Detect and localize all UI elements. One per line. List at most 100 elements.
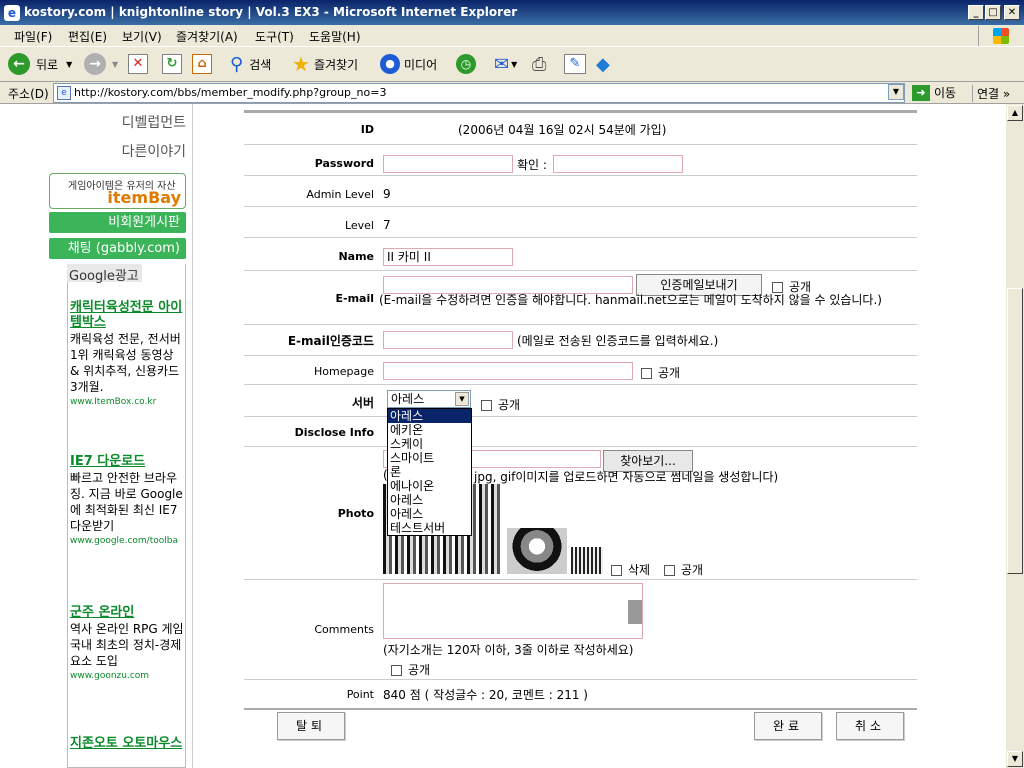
chevron-down-icon[interactable]: ▼ [66, 60, 72, 69]
server-option[interactable]: 에키온 [388, 423, 471, 437]
go-arrow-icon: ➜ [912, 84, 930, 101]
menu-favorites[interactable]: 즐겨찾기(A) [176, 28, 238, 45]
server-option[interactable]: 아레스 [388, 493, 471, 507]
email-code-label: E-mail인증코드 [287, 334, 374, 348]
password-label: Password [314, 157, 374, 170]
edit-button[interactable]: ✎ [564, 51, 586, 77]
comments-public-checkbox[interactable]: 공개 [391, 661, 430, 678]
ad-item[interactable]: 캐릭터육성전문 아이템박스 캐릭육성 전문, 전서버 1위 캐릭육성 동영상 &… [70, 300, 184, 407]
menu-tools[interactable]: 도구(T) [255, 28, 294, 45]
server-option[interactable]: 스마이트 [388, 451, 471, 465]
vertical-scrollbar[interactable]: ▲ ▼ [1006, 104, 1024, 768]
google-ads-header: Google광고 [67, 264, 142, 284]
search-button[interactable]: ⚲ 검색 [230, 51, 271, 77]
history-button[interactable]: ◷ [456, 51, 476, 77]
server-select[interactable]: 아레스 ▼ [387, 390, 471, 408]
mail-icon: ✉ [494, 53, 510, 75]
server-option[interactable]: 테스트서버 [388, 521, 471, 535]
ie-icon: e [4, 5, 20, 21]
menu-view[interactable]: 보기(V) [122, 28, 162, 45]
server-public-checkbox[interactable]: 공개 [481, 396, 520, 413]
edit-icon: ✎ [564, 54, 586, 74]
window-titlebar: e kostory.com | knightonline story | Vol… [0, 0, 1024, 25]
email-input[interactable] [383, 276, 633, 294]
scroll-down-button[interactable]: ▼ [1007, 751, 1023, 767]
scroll-up-button[interactable]: ▲ [1007, 105, 1023, 121]
stop-icon: ✕ [128, 54, 148, 74]
server-option[interactable]: 아레스 [388, 507, 471, 521]
mail-button[interactable]: ✉ ▼ [494, 51, 517, 77]
email-code-input[interactable] [383, 331, 513, 349]
id-label: ID [360, 123, 374, 136]
links-button[interactable]: 연결 » [972, 85, 1010, 102]
star-icon: ★ [292, 52, 310, 76]
server-option[interactable]: 론 [388, 465, 471, 479]
history-icon: ◷ [456, 54, 476, 74]
messenger-icon: ◆ [596, 53, 610, 75]
address-label: 주소(D) [8, 87, 49, 101]
refresh-button[interactable]: ↻ [162, 51, 182, 77]
sidebar-link-development[interactable]: 디벨럽먼트 [50, 112, 186, 132]
server-dropdown-list: 아레스 에키온 스케이 스마이트 론 에나이온 아레스 아레스 테스트서버 [387, 408, 472, 536]
itembay-banner[interactable]: 게임아이템은 유저의 자산 itemBay [49, 173, 186, 209]
complete-button[interactable]: 완료 [754, 712, 822, 740]
chevron-down-icon[interactable]: ▼ [455, 392, 469, 406]
homepage-input[interactable] [383, 362, 633, 380]
withdraw-button[interactable]: 탈퇴 [277, 712, 345, 740]
back-button[interactable]: ← 뒤로 ▼ [8, 51, 72, 77]
address-input[interactable]: e http://kostory.com/bbs/member_modify.p… [53, 83, 905, 103]
cancel-button[interactable]: 취소 [836, 712, 904, 740]
page-viewport: 디벨럽먼트 다른이야기 게임아이템은 유저의 자산 itemBay 비회원게시판… [0, 104, 1006, 768]
forward-button[interactable]: → ▼ [84, 51, 118, 77]
stop-button[interactable]: ✕ [128, 51, 148, 77]
ad-item[interactable]: 지존오토 오토마우스 [70, 736, 184, 751]
messenger-button[interactable]: ◆ [596, 51, 610, 77]
server-option[interactable]: 에나이온 [388, 479, 471, 493]
menu-file[interactable]: 파일(F) [14, 28, 52, 45]
server-label: 서버 [351, 396, 374, 410]
disclose-info-label: Disclose Info [294, 426, 374, 439]
menu-help[interactable]: 도움말(H) [309, 28, 361, 45]
member-modify-form: ID (2006년 04월 16일 02시 54분에 가입) Password … [244, 110, 917, 714]
photo-delete-checkbox[interactable]: 삭제 [611, 561, 650, 578]
homepage-public-checkbox[interactable]: 공개 [641, 364, 680, 381]
address-bar: 주소(D) e http://kostory.com/bbs/member_mo… [0, 82, 1024, 104]
name-input[interactable]: II 카미 II [383, 248, 513, 266]
server-option[interactable]: 아레스 [388, 409, 471, 423]
photo-thumbnail-small [571, 547, 603, 574]
photo-thumbnail-medium [507, 528, 567, 574]
nonmember-board-button[interactable]: 비회원게시판 [49, 212, 186, 233]
toolbar: ← 뒤로 ▼ → ▼ ✕ ↻ ⌂ ⚲ 검색 ★ 즐겨찾기 ● 미디어 ◷ ✉ ▼… [0, 47, 1024, 82]
media-button[interactable]: ● 미디어 [380, 51, 437, 77]
admin-level-label: Admin Level [306, 188, 374, 201]
close-button[interactable]: ✕ [1004, 5, 1020, 20]
home-button[interactable]: ⌂ [192, 51, 212, 77]
address-dropdown-button[interactable]: ▼ [888, 84, 904, 100]
comments-textarea[interactable] [383, 583, 643, 639]
go-button[interactable]: ➜ 이동 [912, 84, 956, 101]
minimize-button[interactable]: _ [968, 5, 984, 20]
sidebar-link-other-stories[interactable]: 다른이야기 [50, 141, 186, 161]
server-option[interactable]: 스케이 [388, 437, 471, 451]
password-confirm-input[interactable] [553, 155, 683, 173]
email-label: E-mail [335, 292, 374, 305]
refresh-icon: ↻ [162, 54, 182, 74]
menu-edit[interactable]: 편집(E) [68, 28, 107, 45]
photo-public-checkbox[interactable]: 공개 [664, 561, 703, 578]
confirm-label: 확인 : [517, 158, 547, 172]
chat-button[interactable]: 채팅 (gabbly.com) [49, 238, 186, 259]
chevron-down-icon[interactable]: ▼ [511, 60, 517, 69]
admin-level-value: 9 [383, 187, 391, 201]
password-input[interactable] [383, 155, 513, 173]
print-button[interactable]: ⎙ [532, 51, 546, 77]
ad-item[interactable]: 군주 온라인 역사 온라인 RPG 게임 국내 최초의 정치-경제요소 도입 w… [70, 605, 184, 681]
maximize-button[interactable]: □ [985, 5, 1001, 20]
scroll-thumb[interactable] [1007, 288, 1023, 574]
ad-item[interactable]: IE7 다운로드 빠르고 안전한 브라우징. 지금 바로 Google에 최적화… [70, 454, 184, 546]
photo-note: jpg, gif이미지를 업로드하면 자동으로 썸네일을 생성합니다) [474, 470, 779, 484]
home-icon: ⌂ [192, 54, 212, 74]
chevron-down-icon[interactable]: ▼ [112, 60, 118, 69]
favorites-button[interactable]: ★ 즐겨찾기 [292, 51, 358, 77]
comments-scroll-thumb[interactable] [628, 600, 642, 624]
comments-note: (자기소개는 120자 이하, 3줄 이하로 작성하세요) [383, 643, 634, 657]
